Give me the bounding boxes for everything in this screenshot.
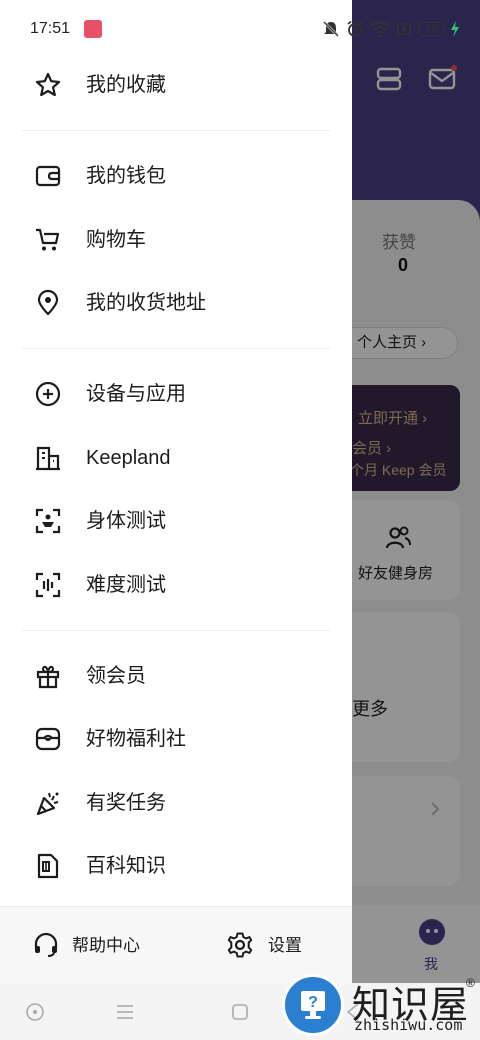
plus-circle-icon (35, 381, 61, 407)
menu-label-get-membership: 领会员 (86, 665, 146, 687)
cart-icon (36, 228, 60, 251)
alarm-icon (347, 20, 363, 37)
help-center-button[interactable]: 帮助中心 (0, 907, 176, 984)
site-watermark: ? 知识屋 ® zhishiwu.com (282, 970, 480, 1040)
headset-icon (34, 932, 58, 957)
status-bar: 17:51 13 (0, 0, 480, 58)
assistant-nav-icon[interactable] (24, 1001, 46, 1023)
help-center-label: 帮助中心 (72, 936, 140, 955)
menu-item-difficulty-test[interactable]: 难度测试 (0, 557, 352, 613)
menu-item-keepland[interactable]: Keepland (0, 430, 352, 486)
menu-item-cart[interactable]: 购物车 (0, 212, 352, 268)
menu-label-welfare-store: 好物福利社 (86, 728, 186, 750)
menu-nav-icon[interactable] (114, 1001, 136, 1023)
status-icons: 13 (322, 18, 460, 40)
menu-label-keepland: Keepland (86, 447, 171, 469)
gear-icon (227, 932, 253, 958)
product-box-icon (35, 727, 61, 751)
menu-item-body-test[interactable]: 身体测试 (0, 493, 352, 549)
menu-item-address[interactable]: 我的收货地址 (0, 275, 352, 331)
party-popper-icon (36, 792, 59, 816)
menu-label-reward-tasks: 有奖任务 (86, 792, 166, 814)
home-nav-icon[interactable] (229, 1001, 251, 1023)
bell-off-icon (323, 21, 339, 37)
location-pin-icon (37, 289, 59, 316)
menu-label-cart: 购物车 (86, 229, 146, 251)
divider (22, 630, 330, 631)
charging-icon (451, 21, 459, 37)
menu-item-devices[interactable]: 设备与应用 (0, 366, 352, 422)
divider (22, 130, 330, 131)
difficulty-scan-icon (35, 572, 61, 598)
svg-text:?: ? (308, 994, 318, 1011)
wifi-icon (370, 21, 390, 38)
gift-icon (36, 665, 60, 689)
menu-label-favorites: 我的收藏 (86, 74, 166, 96)
menu-label-difficulty-test: 难度测试 (86, 574, 166, 596)
menu-item-reward-tasks[interactable]: 有奖任务 (0, 775, 352, 831)
registered-mark: ® (466, 976, 475, 990)
battery-level: 13 (425, 23, 437, 34)
divider (22, 348, 330, 349)
menu-label-wallet: 我的钱包 (86, 165, 166, 187)
watermark-domain: zhishiwu.com (354, 1016, 463, 1034)
menu-label-address: 我的收货地址 (86, 292, 206, 314)
app-notification-icon (84, 20, 102, 38)
sim-icon (397, 23, 411, 35)
menu-item-welfare-store[interactable]: 好物福利社 (0, 711, 352, 767)
menu-label-body-test: 身体测试 (86, 510, 166, 532)
wallet-icon (35, 165, 61, 187)
body-scan-icon (35, 508, 61, 534)
menu-label-devices: 设备与应用 (86, 383, 186, 405)
building-icon (36, 446, 60, 471)
menu-item-get-membership[interactable]: 领会员 (0, 648, 352, 704)
battery-icon: 13 (418, 22, 444, 36)
star-icon (35, 72, 61, 97)
status-time: 17:51 (30, 20, 71, 37)
help-monitor-icon: ? (301, 991, 325, 1019)
menu-item-favorites[interactable]: 我的收藏 (0, 57, 352, 113)
menu-item-wallet[interactable]: 我的钱包 (0, 148, 352, 204)
menu-item-encyclopedia[interactable]: 百科知识 (0, 838, 352, 894)
menu-label-encyclopedia: 百科知识 (86, 855, 166, 877)
side-drawer: 我的收藏 我的钱包 购物车 我的收货地址 设备与应用 Keepland 身体测试… (0, 0, 352, 983)
watermark-logo: ? (282, 974, 344, 1036)
encyclopedia-icon (37, 853, 59, 879)
